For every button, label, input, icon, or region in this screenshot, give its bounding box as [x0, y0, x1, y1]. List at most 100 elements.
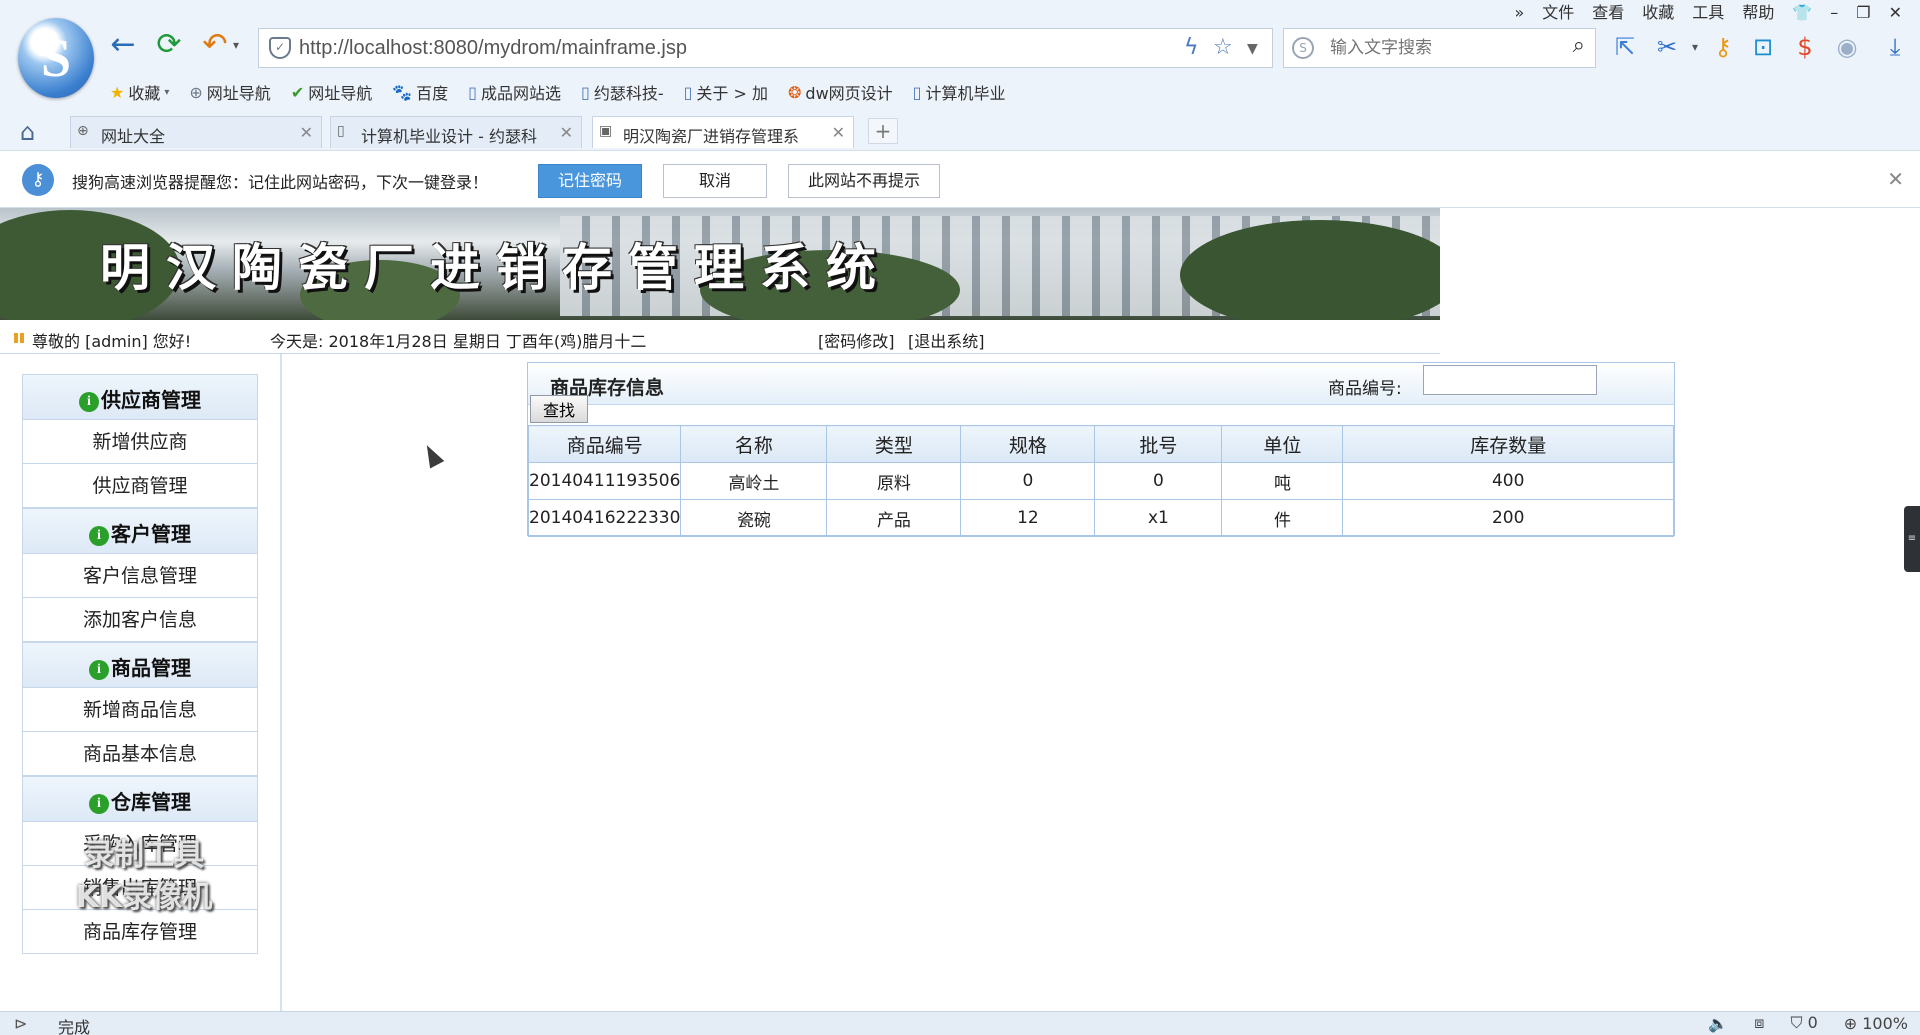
back-arrow-icon[interactable]: ← — [106, 28, 140, 62]
table-header-row: 商品编号 名称 类型 规格 批号 单位 库存数量 — [527, 425, 1674, 463]
table-cell: 瓷碗 — [680, 499, 828, 537]
stock-panel: 商品库存信息 商品编号: 查找 商品编号 名称 类型 规格 批号 单位 库存数量… — [527, 362, 1675, 537]
side-collapse-handle[interactable]: ≡ — [1904, 506, 1920, 572]
tab-graduation-design[interactable]: ▯ 计算机毕业设计 - 约瑟科 ✕ — [330, 116, 582, 148]
remember-password-button[interactable]: 记住密码 — [538, 164, 642, 198]
close-icon[interactable]: ✕ — [1887, 167, 1904, 191]
star-icon[interactable]: ☆ — [1213, 35, 1233, 60]
address-url[interactable]: http://localhost:8080/mydrom/mainframe.j… — [299, 37, 687, 60]
sidebar-item-supplier-management[interactable]: 供应商管理 — [22, 464, 258, 508]
sidebar-item-goods-basic[interactable]: 商品基本信息 — [22, 732, 258, 776]
info-icon: i — [89, 526, 109, 546]
bookmark-favorites[interactable]: ★ 收藏 ▾ — [110, 80, 169, 104]
code-label: 商品编号: — [1328, 379, 1402, 399]
menu-tools[interactable]: 工具 — [1692, 0, 1724, 26]
skin-icon[interactable]: 👕 — [1792, 0, 1812, 26]
bullet-icon — [14, 333, 24, 343]
tab-inventory-system[interactable]: ▣ 明汉陶瓷厂进销存管理系 ✕ — [592, 116, 854, 148]
undo-icon[interactable]: ↶ — [198, 28, 232, 62]
sidebar-item-add-goods[interactable]: 新增商品信息 — [22, 688, 258, 732]
scissors-icon[interactable]: ✂ — [1652, 32, 1682, 62]
close-icon[interactable]: ✕ — [832, 123, 845, 142]
sidebar-section-goods[interactable]: i 商品管理 — [22, 642, 258, 688]
bookmark-item[interactable]: ▯ 成品网站选 — [468, 80, 561, 104]
chevron-down-icon[interactable]: ▾ — [228, 28, 244, 62]
search-input[interactable] — [1330, 35, 1550, 61]
tab-site-directory[interactable]: ⊕ 网址大全 ✕ — [70, 116, 322, 148]
bookmark-item[interactable]: ❂ dw网页设计 — [788, 80, 893, 104]
logout-link[interactable]: [退出系统] — [908, 328, 985, 352]
close-icon[interactable]: ✕ — [560, 123, 573, 142]
share-icon[interactable]: ⇱ — [1610, 32, 1640, 62]
stock-table: 商品编号 名称 类型 规格 批号 单位 库存数量 20140411193506 … — [527, 425, 1674, 537]
search-icon[interactable]: ⌕ — [1573, 33, 1585, 58]
menu-favorites[interactable]: 收藏 — [1642, 0, 1674, 26]
notice-text: 搜狗高速浏览器提醒您：记住此网站密码，下次一键登录！ — [72, 173, 489, 192]
speaker-icon[interactable]: 🔈 — [1708, 1014, 1728, 1033]
globe-icon[interactable]: ◉ — [1832, 32, 1862, 62]
zoom-control[interactable]: ⊕ 100% — [1844, 1014, 1908, 1033]
chevron-down-icon[interactable]: ▾ — [1680, 32, 1710, 62]
bookmark-item[interactable]: ▯ 约瑟科技- — [581, 80, 664, 104]
sidebar-section-customer[interactable]: i 客户管理 — [22, 508, 258, 554]
search-box[interactable]: S ⌕ — [1283, 28, 1596, 68]
sidebar-item-stock[interactable]: 商品库存管理 — [22, 910, 258, 954]
refresh-icon[interactable]: ⟳ — [152, 28, 186, 62]
menu-file[interactable]: 文件 — [1542, 0, 1574, 26]
status-tools: 🔈 ⧈ ⛉ 0 ⊕ 100% — [1708, 1013, 1908, 1033]
table-row: 20140416222330 瓷碗 产品 12 x1 件 200 — [527, 499, 1674, 537]
home-icon[interactable]: ⌂ — [20, 118, 35, 146]
bookmarks-bar: ★ 收藏 ▾ ⊕ 网址导航 ✔ 网址导航 🐾 百度 ▯ 成品网站选 ▯ 约瑟科技- ▯ 关于 >… — [110, 80, 1005, 104]
find-button[interactable]: 查找 — [530, 395, 588, 423]
hao-icon: ✔ — [290, 82, 305, 102]
column-header: 规格 — [960, 425, 1096, 463]
sidebar-toggle-icon[interactable]: ⊳ — [14, 1014, 27, 1033]
new-tab-button[interactable]: + — [868, 118, 898, 144]
key-icon[interactable]: ⚷ — [1708, 32, 1738, 62]
table-cell: 0 — [960, 462, 1096, 500]
never-prompt-button[interactable]: 此网站不再提示 — [788, 164, 940, 198]
screenshot-icon[interactable]: ⧈ — [1754, 1013, 1764, 1033]
minimize-icon[interactable]: – — [1830, 0, 1838, 26]
column-header: 库存数量 — [1342, 425, 1674, 463]
app-icon[interactable]: $ — [1790, 32, 1820, 62]
close-icon[interactable]: ✕ — [300, 123, 313, 142]
sidebar-section-supplier[interactable]: i 供应商管理 — [22, 374, 258, 420]
user-info-bar: 尊敬的 [admin] 您好! 今天是: 2018年1月28日 星期日 丁酉年(… — [0, 320, 1440, 354]
translate-icon[interactable]: ⊡ — [1748, 32, 1778, 62]
blocked-ads-counter[interactable]: ⛉ 0 — [1790, 1013, 1817, 1033]
table-cell: 200 — [1342, 499, 1674, 537]
page-icon: ▯ — [912, 82, 922, 102]
lightning-icon[interactable]: ϟ — [1184, 35, 1199, 60]
menu-view[interactable]: 查看 — [1592, 0, 1624, 26]
sidebar-item-customer-info[interactable]: 客户信息管理 — [22, 554, 258, 598]
restore-icon[interactable]: ❐ — [1856, 0, 1870, 26]
goods-code-input[interactable] — [1423, 365, 1597, 395]
bookmark-item[interactable]: ✔ 网址导航 — [291, 80, 372, 104]
bookmark-item[interactable]: ▯ 计算机毕业 — [913, 80, 1006, 104]
download-icon[interactable]: ⤓ — [1880, 32, 1910, 62]
bookmark-item[interactable]: 🐾 百度 — [392, 80, 448, 104]
menu-more[interactable]: » — [1514, 0, 1524, 26]
sidebar-item-add-customer[interactable]: 添加客户信息 — [22, 598, 258, 642]
change-password-link[interactable]: [密码修改] — [818, 328, 895, 352]
date-text: 今天是: 2018年1月28日 星期日 丁酉年(鸡)腊月十二 — [270, 332, 647, 351]
shield-icon: ⛉ — [1790, 1013, 1803, 1032]
address-bar[interactable]: ✓ http://localhost:8080/mydrom/mainframe… — [258, 28, 1273, 68]
chevron-down-icon[interactable]: ▼ — [1247, 41, 1258, 57]
bookmark-item[interactable]: ⊕ 网址导航 — [189, 80, 270, 104]
star-icon: ★ — [110, 82, 125, 102]
sidebar-section-warehouse[interactable]: i 仓库管理 — [22, 776, 258, 822]
left-pane: i 供应商管理 新增供应商 供应商管理 i 客户管理 客户信息管理 添加客户信息 i… — [0, 354, 282, 1011]
page-icon: ▯ — [581, 82, 590, 102]
menu-help[interactable]: 帮助 — [1742, 0, 1774, 26]
cancel-button[interactable]: 取消 — [663, 164, 767, 198]
greeting-text: 尊敬的 [admin] 您好! — [32, 332, 192, 351]
table-cell: x1 — [1094, 499, 1223, 537]
sidebar-item-add-supplier[interactable]: 新增供应商 — [22, 420, 258, 464]
sidebar-item-sales-out[interactable]: 销售出库管理 — [22, 866, 258, 910]
bookmark-item[interactable]: ▯ 关于 > 加 — [684, 80, 768, 104]
sidebar-item-purchase-in[interactable]: 采购入库管理 — [22, 822, 258, 866]
close-icon[interactable]: ✕ — [1889, 0, 1902, 26]
page-icon: ▣ — [599, 123, 613, 139]
